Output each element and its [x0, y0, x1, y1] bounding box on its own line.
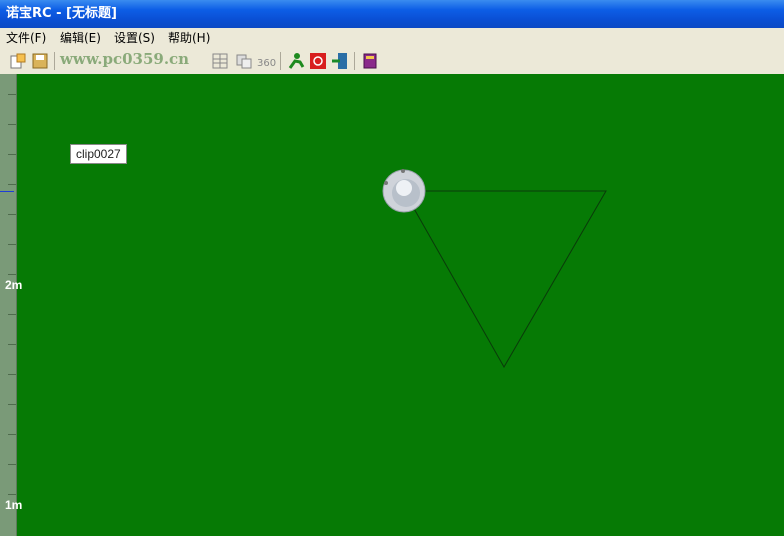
grid-icon[interactable]	[210, 51, 230, 71]
rotate-360-icon[interactable]: 360	[256, 51, 276, 71]
save-icon[interactable]	[30, 51, 50, 71]
menu-settings[interactable]: 设置(S)	[114, 28, 155, 48]
stop-icon[interactable]	[308, 51, 328, 71]
window-title-bar: 诺宝RC - [无标题]	[0, 0, 784, 28]
copy-icon[interactable]	[234, 51, 254, 71]
new-file-icon[interactable]	[8, 51, 28, 71]
window-title: 诺宝RC - [无标题]	[6, 6, 117, 21]
robot-icon[interactable]	[0, 74, 784, 536]
svg-text:360: 360	[257, 58, 276, 69]
menu-help[interactable]: 帮助(H)	[168, 28, 210, 48]
menu-edit[interactable]: 编辑(E)	[60, 28, 101, 48]
menu-file[interactable]: 文件(F)	[6, 28, 46, 48]
run-robot-icon[interactable]	[286, 51, 306, 71]
menu-bar: 文件(F) 编辑(E) 设置(S) 帮助(H)	[0, 28, 784, 48]
simulation-canvas[interactable]: 2m 1m clip0027	[0, 74, 784, 536]
watermark-text: www.pc0359.cn	[60, 50, 190, 68]
exit-icon[interactable]	[330, 51, 350, 71]
help-book-icon[interactable]	[360, 51, 380, 71]
